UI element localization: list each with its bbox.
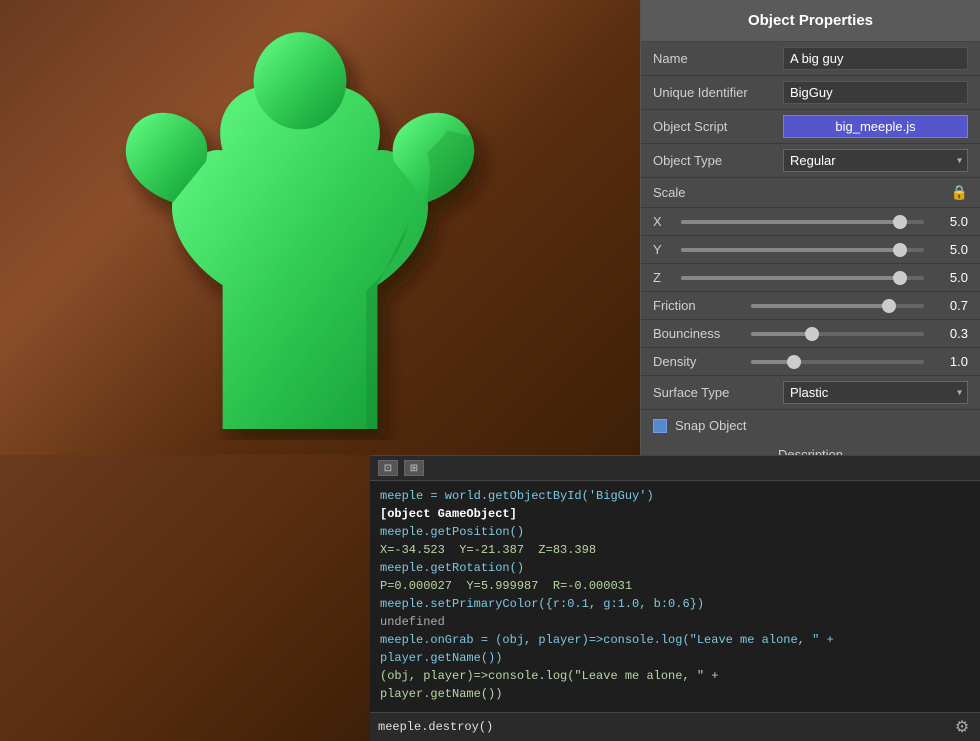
console-line-11: (obj, player)=>console.log("Leave me alo… bbox=[380, 667, 970, 685]
y-slider-track[interactable] bbox=[681, 248, 924, 252]
scale-y-row: Y 5.0 bbox=[641, 236, 980, 264]
console-line-8: undefined bbox=[380, 613, 970, 631]
x-slider-track[interactable] bbox=[681, 220, 924, 224]
z-slider-thumb[interactable] bbox=[893, 271, 907, 285]
name-row: Name A big guy bbox=[641, 42, 980, 76]
scale-label: Scale bbox=[653, 185, 686, 200]
scale-x-row: X 5.0 bbox=[641, 208, 980, 236]
properties-panel: Object Properties Name A big guy Unique … bbox=[640, 0, 980, 455]
friction-label: Friction bbox=[653, 298, 743, 313]
bounciness-value: 0.3 bbox=[932, 326, 968, 341]
uid-value[interactable]: BigGuy bbox=[783, 81, 968, 104]
bottom-area: ⊡ ⊞ meeple = world.getObjectById('BigGuy… bbox=[0, 455, 980, 741]
z-slider-fill bbox=[681, 276, 900, 280]
console-bottom: meeple.destroy() ⚙ bbox=[370, 712, 980, 741]
console-btn-2[interactable]: ⊞ bbox=[404, 460, 424, 476]
console-panel: ⊡ ⊞ meeple = world.getObjectById('BigGuy… bbox=[370, 455, 980, 741]
bounciness-row: Bounciness 0.3 bbox=[641, 320, 980, 348]
scale-z-row: Z 5.0 bbox=[641, 264, 980, 292]
friction-slider-thumb[interactable] bbox=[882, 299, 896, 313]
friction-slider-track[interactable] bbox=[751, 304, 924, 308]
console-btn-1[interactable]: ⊡ bbox=[378, 460, 398, 476]
console-content[interactable]: meeple = world.getObjectById('BigGuy') [… bbox=[370, 481, 980, 712]
bounciness-slider-fill bbox=[751, 332, 812, 336]
y-label: Y bbox=[653, 242, 673, 257]
console-line-10: player.getName()) bbox=[380, 649, 970, 667]
y-slider-thumb[interactable] bbox=[893, 243, 907, 257]
x-value: 5.0 bbox=[932, 214, 968, 229]
type-select[interactable]: Regular Physics Static bbox=[783, 149, 968, 172]
x-label: X bbox=[653, 214, 673, 229]
density-slider-thumb[interactable] bbox=[787, 355, 801, 369]
properties-title: Object Properties bbox=[748, 12, 873, 29]
console-bottom-text: meeple.destroy() bbox=[378, 720, 952, 734]
bounciness-slider-thumb[interactable] bbox=[805, 327, 819, 341]
y-slider-fill bbox=[681, 248, 900, 252]
surface-label: Surface Type bbox=[653, 385, 783, 400]
name-value-container: A big guy bbox=[783, 47, 968, 70]
name-label: Name bbox=[653, 51, 783, 66]
z-value: 5.0 bbox=[932, 270, 968, 285]
scale-header-row: Scale 🔒 bbox=[641, 178, 980, 208]
script-value-container: big_meeple.js bbox=[783, 115, 968, 138]
console-line-2: [object GameObject] bbox=[380, 505, 970, 523]
script-button[interactable]: big_meeple.js bbox=[783, 115, 968, 138]
snap-row: Snap Object bbox=[641, 410, 980, 441]
friction-value: 0.7 bbox=[932, 298, 968, 313]
bounciness-slider-track[interactable] bbox=[751, 332, 924, 336]
surface-select[interactable]: Plastic Wood Metal Cloth bbox=[783, 381, 968, 404]
name-value[interactable]: A big guy bbox=[783, 47, 968, 70]
properties-header: Object Properties bbox=[641, 0, 980, 42]
bounciness-label: Bounciness bbox=[653, 326, 743, 341]
density-slider-track[interactable] bbox=[751, 360, 924, 364]
console-toolbar: ⊡ ⊞ bbox=[370, 456, 980, 481]
console-line-4: X=-34.523 Y=-21.387 Z=83.398 bbox=[380, 541, 970, 559]
type-label: Object Type bbox=[653, 153, 783, 168]
main-area: Object Properties Name A big guy Unique … bbox=[0, 0, 980, 455]
description-header: Description bbox=[641, 441, 980, 455]
friction-slider-fill bbox=[751, 304, 889, 308]
console-wrapper: ⊡ ⊞ meeple = world.getObjectById('BigGuy… bbox=[370, 455, 980, 741]
3d-viewport bbox=[0, 0, 640, 455]
z-slider-track[interactable] bbox=[681, 276, 924, 280]
surface-row: Surface Type Plastic Wood Metal Cloth ▾ bbox=[641, 376, 980, 410]
x-slider-fill bbox=[681, 220, 900, 224]
viewport-bottom bbox=[0, 455, 370, 741]
gear-button[interactable]: ⚙ bbox=[952, 717, 972, 737]
script-label: Object Script bbox=[653, 119, 783, 134]
type-row: Object Type Regular Physics Static ▾ bbox=[641, 144, 980, 178]
x-slider-thumb[interactable] bbox=[893, 215, 907, 229]
density-value: 1.0 bbox=[932, 354, 968, 369]
snap-checkbox[interactable] bbox=[653, 419, 667, 433]
console-line-1: meeple = world.getObjectById('BigGuy') bbox=[380, 487, 970, 505]
uid-row: Unique Identifier BigGuy bbox=[641, 76, 980, 110]
snap-label: Snap Object bbox=[675, 418, 747, 433]
surface-select-wrapper: Plastic Wood Metal Cloth ▾ bbox=[783, 381, 968, 404]
console-line-3: meeple.getPosition() bbox=[380, 523, 970, 541]
y-value: 5.0 bbox=[932, 242, 968, 257]
console-line-12: player.getName()) bbox=[380, 685, 970, 703]
lock-icon[interactable]: 🔒 bbox=[951, 184, 968, 201]
console-line-6: P=0.000027 Y=5.999987 R=-0.000031 bbox=[380, 577, 970, 595]
z-label: Z bbox=[653, 270, 673, 285]
density-row: Density 1.0 bbox=[641, 348, 980, 376]
uid-value-container: BigGuy bbox=[783, 81, 968, 104]
density-label: Density bbox=[653, 354, 743, 369]
script-row: Object Script big_meeple.js bbox=[641, 110, 980, 144]
uid-label: Unique Identifier bbox=[653, 85, 783, 100]
console-line-5: meeple.getRotation() bbox=[380, 559, 970, 577]
friction-row: Friction 0.7 bbox=[641, 292, 980, 320]
meeple-object bbox=[60, 20, 540, 440]
console-line-7: meeple.setPrimaryColor({r:0.1, g:1.0, b:… bbox=[380, 595, 970, 613]
type-select-wrapper: Regular Physics Static ▾ bbox=[783, 149, 968, 172]
console-line-9: meeple.onGrab = (obj, player)=>console.l… bbox=[380, 631, 970, 649]
